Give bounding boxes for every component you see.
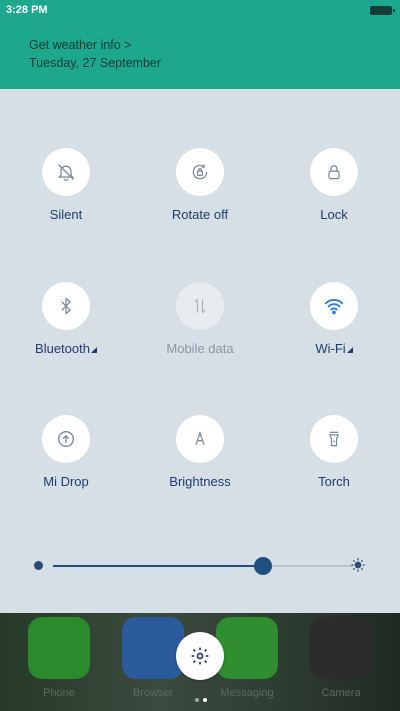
weather-link[interactable]: Get weather info > xyxy=(29,38,132,52)
bluetooth-button[interactable] xyxy=(42,282,90,330)
app-phone[interactable] xyxy=(28,617,90,679)
lock-icon xyxy=(328,165,340,180)
toggle-mi-drop[interactable]: Mi Drop xyxy=(6,415,126,489)
brightness-min-icon xyxy=(34,561,43,570)
toggle-torch[interactable]: Torch xyxy=(274,415,394,489)
torch-label: Torch xyxy=(318,474,350,489)
app-camera-label: Camera xyxy=(321,687,361,699)
settings-button[interactable] xyxy=(176,632,224,680)
silent-label: Silent xyxy=(49,207,83,222)
app-camera[interactable] xyxy=(310,617,372,679)
status-time: 3:28 PM xyxy=(6,4,48,16)
battery-icon xyxy=(370,6,395,15)
brightness-max-icon xyxy=(351,558,365,572)
lock-label: Lock xyxy=(320,207,348,222)
mobile-data-button[interactable] xyxy=(176,282,224,330)
app-browser-label: Browser xyxy=(132,687,174,699)
toggle-wifi[interactable]: Wi-Fi xyxy=(274,282,394,356)
wifi-label-text: Wi-Fi xyxy=(315,341,346,356)
lock-button[interactable] xyxy=(310,148,358,196)
mi-drop-button[interactable] xyxy=(42,415,90,463)
silent-button[interactable] xyxy=(42,148,90,196)
rotation-lock-icon xyxy=(192,164,208,180)
page-indicator xyxy=(193,689,209,707)
mi-drop-icon xyxy=(57,430,75,448)
mi-drop-label: Mi Drop xyxy=(43,474,89,489)
toggle-mobile-data[interactable]: Mobile data xyxy=(140,282,260,356)
page-dot-active xyxy=(203,698,207,702)
bell-off-icon xyxy=(57,164,75,181)
page-dot xyxy=(195,698,199,702)
notification-header: Get weather info > Tuesday, 27 September xyxy=(0,22,400,89)
torch-button[interactable] xyxy=(310,415,358,463)
brightness-slider[interactable] xyxy=(34,551,368,581)
toggle-brightness[interactable]: Brightness xyxy=(140,415,260,489)
app-phone-label: Phone xyxy=(43,687,75,699)
toggle-bluetooth[interactable]: Bluetooth xyxy=(6,282,126,356)
status-bar: 3:28 PM xyxy=(0,0,400,22)
brightness-button[interactable] xyxy=(176,415,224,463)
slider-thumb[interactable] xyxy=(254,557,272,575)
mobile-data-label: Mobile data xyxy=(166,341,234,356)
brightness-auto-icon xyxy=(195,431,205,446)
toggle-rotate[interactable]: Rotate off xyxy=(140,148,260,222)
wifi-button[interactable] xyxy=(310,282,358,330)
bluetooth-menu-arrow-icon[interactable] xyxy=(90,347,97,353)
app-messaging-label: Messaging xyxy=(220,687,274,699)
bluetooth-label-text: Bluetooth xyxy=(35,341,90,356)
toggle-silent[interactable]: Silent xyxy=(6,148,126,222)
app-browser[interactable] xyxy=(122,617,184,679)
toggle-lock[interactable]: Lock xyxy=(274,148,394,222)
rotate-label: Rotate off xyxy=(171,207,229,222)
slider-fill xyxy=(53,565,263,567)
brightness-label: Brightness xyxy=(169,474,231,489)
bluetooth-label: Bluetooth xyxy=(6,341,126,356)
mobile-data-icon xyxy=(194,298,206,314)
torch-icon xyxy=(328,431,340,447)
rotate-button[interactable] xyxy=(176,148,224,196)
wifi-label: Wi-Fi xyxy=(274,341,394,356)
bluetooth-icon xyxy=(61,297,72,315)
wifi-menu-arrow-icon[interactable] xyxy=(346,347,353,353)
date-text: Tuesday, 27 September xyxy=(29,56,162,70)
wifi-icon xyxy=(324,299,344,315)
gear-icon xyxy=(191,647,209,665)
app-messaging[interactable] xyxy=(216,617,278,679)
